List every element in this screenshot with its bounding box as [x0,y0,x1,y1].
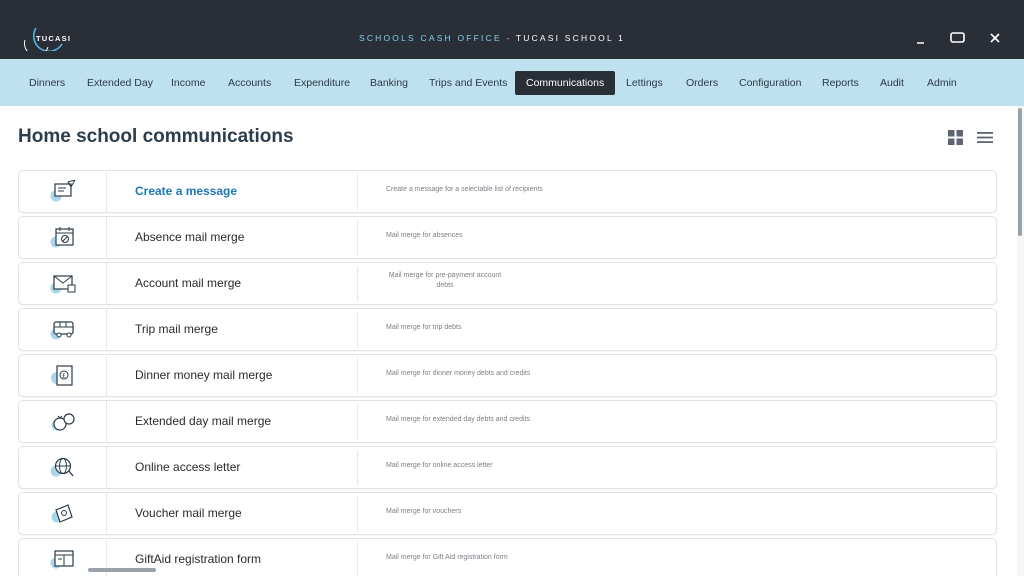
maximize-button[interactable] [947,29,969,47]
card-title[interactable]: Absence mail merge [135,230,244,244]
vertical-scrollbar-thumb[interactable] [1018,108,1022,236]
nav-item-accounts[interactable]: Accounts [217,71,282,95]
dinner-money-icon: £ [51,365,73,386]
card-description: Mail merge for vouchers [386,508,462,515]
card-title[interactable]: Account mail merge [135,276,241,290]
nav-item-admin[interactable]: Admin [916,71,968,95]
grid-view-icon [948,130,963,145]
card-description: Mail merge for dinner money debts and cr… [386,370,531,377]
nav-item-audit[interactable]: Audit [869,71,915,95]
card-trip-mail-merge[interactable]: Trip mail merge Mail merge for trip debt… [18,308,997,351]
vertical-scrollbar[interactable] [1017,106,1024,576]
page-title: Home school communications [18,126,294,147]
card-account-mail-merge[interactable]: Account mail merge Mail merge for pre-pa… [18,262,997,305]
card-title[interactable]: Voucher mail merge [135,506,242,520]
card-description: Mail merge for absences [386,232,463,239]
nav-item-income[interactable]: Income [160,71,216,95]
communications-list: Create a message Create a message for a … [18,170,998,576]
title-bar: TUCASI SCHOOLS CASH OFFICE - TUCASI SCHO… [0,0,1024,59]
minimize-icon [917,42,924,44]
card-absence-mail-merge[interactable]: Absence mail merge Mail merge for absenc… [18,216,997,259]
nav-item-trips-and-events[interactable]: Trips and Events [418,71,518,95]
card-online-access-letter[interactable]: Online access letter Mail merge for onli… [18,446,997,489]
maximize-icon [950,32,965,43]
card-description: Mail merge for trip debts [386,324,462,331]
nav-item-expenditure[interactable]: Expenditure [283,71,361,95]
globe-icon [50,457,74,477]
nav-item-configuration[interactable]: Configuration [728,71,812,95]
minimize-button[interactable] [910,29,932,47]
list-view-button[interactable] [977,131,993,144]
card-extended-day-mail-merge[interactable]: Extended day mail merge Mail merge for e… [18,400,997,443]
card-title[interactable]: Create a message [135,184,237,198]
nav-item-reports[interactable]: Reports [811,71,870,95]
card-description: Mail merge for extended day debts and cr… [386,416,530,423]
main-navigation: Dinners Extended Day Income Accounts Exp… [0,59,1024,106]
nav-item-communications[interactable]: Communications [515,71,615,95]
close-icon [990,33,1000,43]
card-title[interactable]: Online access letter [135,460,240,474]
nav-item-extended-day[interactable]: Extended Day [76,71,164,95]
giftaid-form-icon [50,550,74,569]
compose-message-icon [50,180,76,202]
svg-text:£: £ [62,373,66,380]
card-dinner-money-mail-merge[interactable]: £ Dinner money mail merge Mail merge for… [18,354,997,397]
calendar-absence-icon [50,227,74,248]
card-description: Create a message for a selectable list o… [386,186,543,193]
nav-item-banking[interactable]: Banking [359,71,419,95]
card-title[interactable]: Extended day mail merge [135,414,271,428]
app-name: SCHOOLS CASH OFFICE [358,33,502,43]
card-description: Mail merge for pre-payment account debts [388,272,502,289]
grid-view-button[interactable] [948,130,963,145]
card-title[interactable]: Trip mail merge [135,322,218,336]
horizontal-scrollbar-thumb[interactable] [88,568,156,572]
card-giftaid-registration-form[interactable]: GiftAid registration form Mail merge for… [18,538,997,576]
title-separator: - [501,33,516,43]
nav-item-dinners[interactable]: Dinners [18,71,76,95]
card-title[interactable]: Dinner money mail merge [135,368,272,382]
school-name: TUCASI SCHOOL 1 [515,33,626,43]
list-view-icon [977,132,993,143]
close-button[interactable] [985,29,1007,47]
card-create-message[interactable]: Create a message Create a message for a … [18,170,997,213]
money-bag-icon [51,413,75,431]
window-title: SCHOOLS CASH OFFICE - TUCASI SCHOOL 1 [0,33,984,43]
nav-item-orders[interactable]: Orders [675,71,729,95]
card-title[interactable]: GiftAid registration form [135,552,261,566]
nav-item-lettings[interactable]: Lettings [615,71,674,95]
bus-icon [50,321,74,340]
envelope-account-icon [50,275,76,294]
card-description: Mail merge for Gift Aid registration for… [386,554,508,561]
card-voucher-mail-merge[interactable]: Voucher mail merge Mail merge for vouche… [18,492,997,535]
card-description: Mail merge for online access letter [386,462,493,469]
voucher-icon [51,504,73,523]
